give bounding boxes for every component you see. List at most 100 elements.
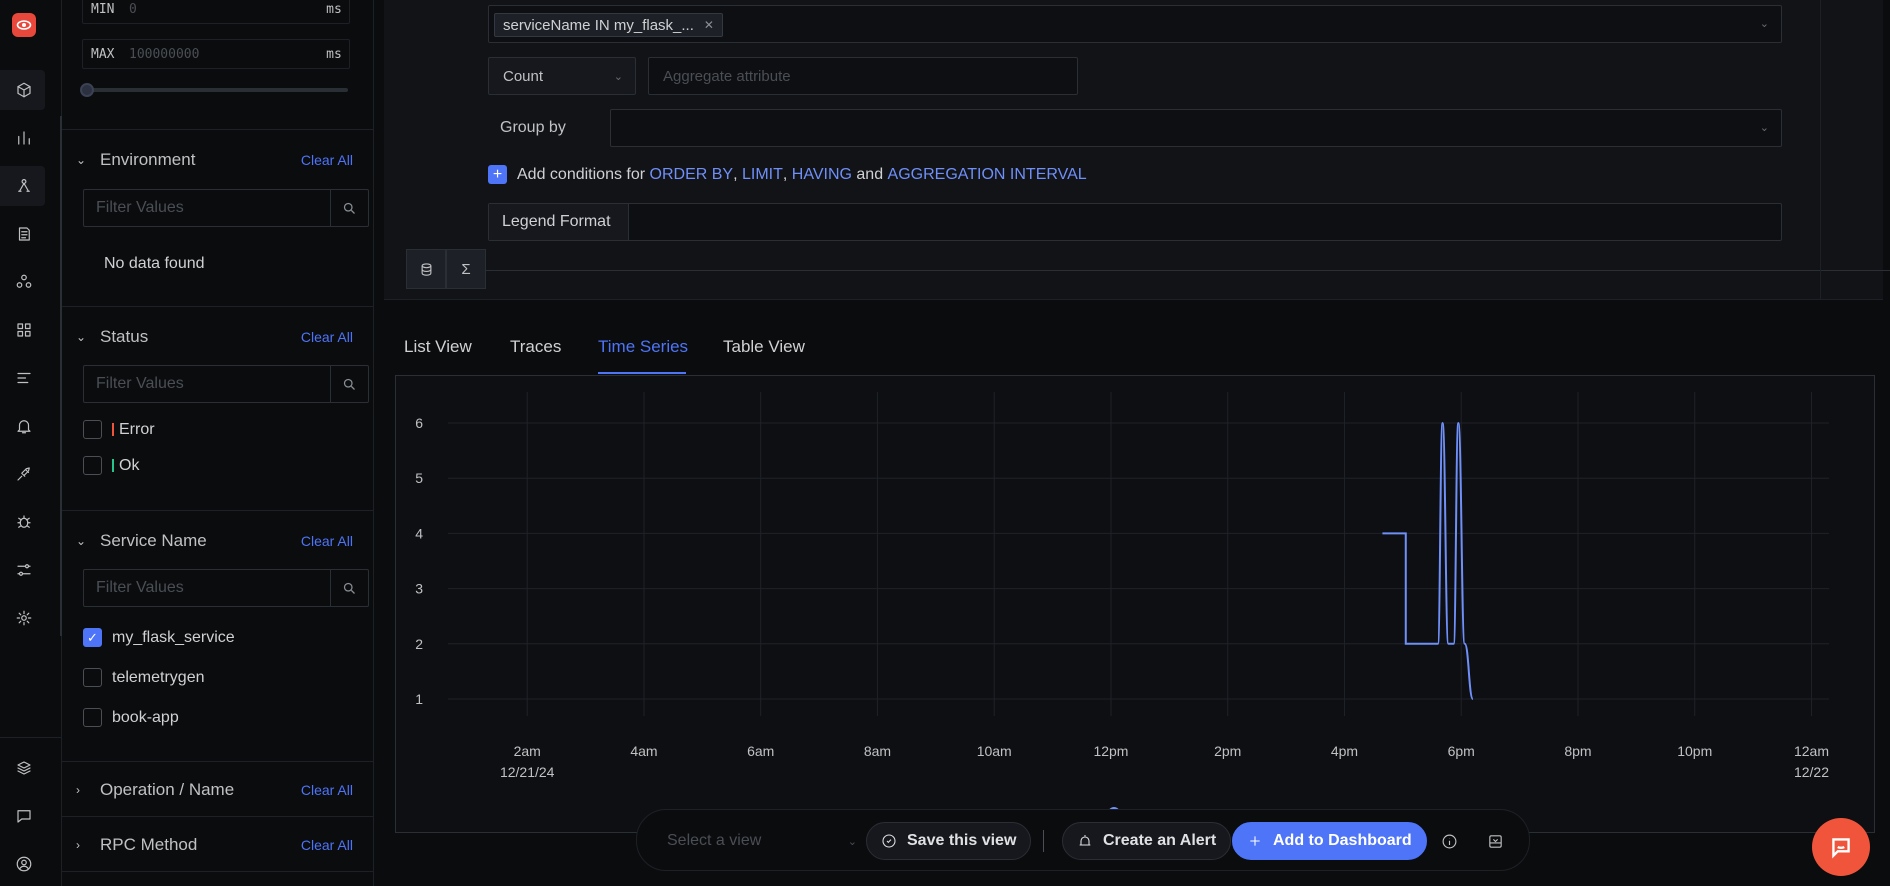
limit-link[interactable]: LIMIT bbox=[742, 166, 783, 184]
workflows-icon[interactable] bbox=[12, 558, 36, 582]
select-view-placeholder: Select a view bbox=[667, 832, 762, 849]
duration-min-field[interactable]: MIN 0 ms bbox=[82, 0, 350, 24]
order-by-link[interactable]: ORDER BY bbox=[650, 166, 734, 184]
service-map-icon[interactable] bbox=[12, 270, 36, 294]
environment-title: Environment bbox=[100, 150, 196, 169]
logs-icon[interactable] bbox=[12, 222, 36, 246]
close-icon[interactable]: ✕ bbox=[704, 18, 714, 32]
tab-traces[interactable]: Traces bbox=[510, 337, 561, 357]
x-tick-label: 12pm bbox=[1093, 743, 1128, 759]
tab-list-view[interactable]: List View bbox=[404, 337, 472, 357]
duration-slider[interactable] bbox=[80, 83, 348, 97]
chevron-down-icon[interactable]: ⌄ bbox=[76, 330, 90, 344]
legend-format-field[interactable]: Legend Format bbox=[488, 203, 1782, 241]
sigma-icon[interactable]: Σ bbox=[446, 249, 486, 289]
rpc-section: › RPC Method Clear All bbox=[62, 816, 373, 871]
chevron-down-icon[interactable]: ⌄ bbox=[76, 534, 90, 548]
x-tick-label: 4am bbox=[630, 743, 657, 759]
status-option-error[interactable]: Error bbox=[83, 420, 155, 439]
create-alert-button[interactable]: Create an Alert bbox=[1062, 822, 1232, 860]
save-view-button[interactable]: Save this view bbox=[866, 822, 1032, 860]
search-icon[interactable] bbox=[330, 570, 368, 606]
chevron-right-icon[interactable]: › bbox=[76, 783, 90, 797]
service-name-clear-all[interactable]: Clear All bbox=[301, 533, 353, 549]
chevron-down-icon[interactable]: ⌄ bbox=[1760, 17, 1769, 30]
checkbox[interactable] bbox=[83, 420, 102, 439]
search-icon[interactable] bbox=[330, 190, 368, 226]
tab-time-series[interactable]: Time Series bbox=[598, 337, 688, 357]
max-label: MAX bbox=[91, 46, 115, 62]
messages-icon[interactable] bbox=[12, 804, 36, 828]
select-view-dropdown[interactable]: Select a view ⌄ bbox=[667, 825, 857, 857]
layers-icon[interactable] bbox=[12, 756, 36, 780]
operation-section: › Operation / Name Clear All bbox=[62, 761, 373, 816]
panel-toggle-icon[interactable] bbox=[1485, 831, 1505, 851]
status-filter-placeholder[interactable]: Filter Values bbox=[84, 366, 330, 402]
y-tick-label: 1 bbox=[415, 691, 423, 707]
environment-filter-placeholder[interactable]: Filter Values bbox=[84, 190, 330, 226]
database-icon[interactable] bbox=[406, 249, 446, 289]
slider-handle[interactable] bbox=[80, 83, 94, 97]
traces-icon[interactable] bbox=[12, 174, 36, 198]
plus-icon[interactable]: + bbox=[488, 165, 507, 184]
environment-filter-input[interactable]: Filter Values bbox=[83, 189, 369, 227]
apps-icon[interactable] bbox=[12, 318, 36, 342]
integrations-icon[interactable] bbox=[12, 462, 36, 486]
min-input[interactable]: 0 bbox=[125, 2, 319, 17]
status-option-ok[interactable]: Ok bbox=[83, 456, 139, 475]
y-tick-label: 3 bbox=[415, 581, 423, 597]
chevron-down-icon: ⌄ bbox=[1759, 122, 1769, 134]
checkbox[interactable] bbox=[83, 668, 102, 687]
service-option-label: book-app bbox=[112, 708, 179, 726]
app-root: MIN 0 ms MAX 100000000 ms ⌄ Environment … bbox=[0, 0, 1890, 886]
service-name-section: ⌄ Service Name Clear All Filter Values ✓… bbox=[62, 510, 373, 761]
filter-chip[interactable]: serviceName IN my_flask_... ✕ bbox=[494, 13, 723, 37]
signoz-logo-icon[interactable] bbox=[12, 13, 36, 37]
dashboards-icon[interactable] bbox=[12, 126, 36, 150]
status-filter-input[interactable]: Filter Values bbox=[83, 365, 369, 403]
aggregate-operator-select[interactable]: Count ⌄ bbox=[488, 57, 636, 95]
add-to-dashboard-button[interactable]: Add to Dashboard bbox=[1232, 822, 1427, 860]
x-tick-label: 10am bbox=[977, 743, 1012, 759]
y-tick-label: 5 bbox=[415, 470, 423, 486]
duration-max-field[interactable]: MAX 100000000 ms bbox=[82, 39, 350, 69]
checkbox-checked-icon[interactable]: ✓ bbox=[83, 628, 102, 647]
status-clear-all[interactable]: Clear All bbox=[301, 329, 353, 345]
service-filter-input[interactable]: Filter Values bbox=[83, 569, 369, 607]
services-icon[interactable] bbox=[12, 78, 36, 102]
alerts-icon[interactable] bbox=[12, 414, 36, 438]
time-series-chart[interactable]: 1 2 3 4 5 6 2am 12/21/24 4am 6am 8am 10am 12pm 2pm 4pm… bbox=[395, 375, 1875, 833]
group-by-label: Group by bbox=[500, 119, 566, 136]
info-icon[interactable] bbox=[1439, 831, 1459, 851]
tab-table-view[interactable]: Table View bbox=[723, 337, 805, 357]
x-tick-label: 12am bbox=[1794, 743, 1829, 759]
exceptions-icon[interactable] bbox=[12, 510, 36, 534]
chevron-right-icon[interactable]: › bbox=[76, 838, 90, 852]
rpc-clear-all[interactable]: Clear All bbox=[301, 837, 353, 853]
service-filter-placeholder[interactable]: Filter Values bbox=[84, 570, 330, 606]
x-tick-label: 6pm bbox=[1448, 743, 1475, 759]
service-option-my-flask-service[interactable]: ✓ my_flask_service bbox=[83, 628, 235, 647]
group-by-select[interactable]: ⌄ bbox=[610, 109, 1782, 147]
support-chat-button[interactable] bbox=[1812, 818, 1870, 876]
chevron-down-icon[interactable]: ⌄ bbox=[76, 153, 90, 167]
aggregate-attribute-input[interactable]: Aggregate attribute bbox=[648, 57, 1078, 95]
having-link[interactable]: HAVING bbox=[792, 166, 852, 184]
where-clause-input[interactable]: serviceName IN my_flask_... ✕ ⌄ bbox=[488, 5, 1782, 43]
service-option-label: my_flask_service bbox=[112, 628, 235, 646]
plus-icon bbox=[1250, 836, 1260, 846]
service-option-book-app[interactable]: book-app bbox=[83, 708, 179, 727]
max-input[interactable]: 100000000 bbox=[125, 47, 319, 62]
add-conditions[interactable]: + Add conditions for ORDER BY, LIMIT, HA… bbox=[488, 165, 1087, 184]
account-icon[interactable] bbox=[12, 852, 36, 876]
create-alert-label: Create an Alert bbox=[1103, 832, 1217, 849]
pipelines-icon[interactable] bbox=[12, 366, 36, 390]
environment-clear-all[interactable]: Clear All bbox=[301, 152, 353, 168]
settings-icon[interactable] bbox=[12, 606, 36, 630]
checkbox[interactable] bbox=[83, 456, 102, 475]
search-icon[interactable] bbox=[330, 366, 368, 402]
checkbox[interactable] bbox=[83, 708, 102, 727]
service-option-telemetrygen[interactable]: telemetrygen bbox=[83, 668, 205, 687]
aggregation-interval-link[interactable]: AGGREGATION INTERVAL bbox=[888, 166, 1087, 184]
operation-clear-all[interactable]: Clear All bbox=[301, 782, 353, 798]
